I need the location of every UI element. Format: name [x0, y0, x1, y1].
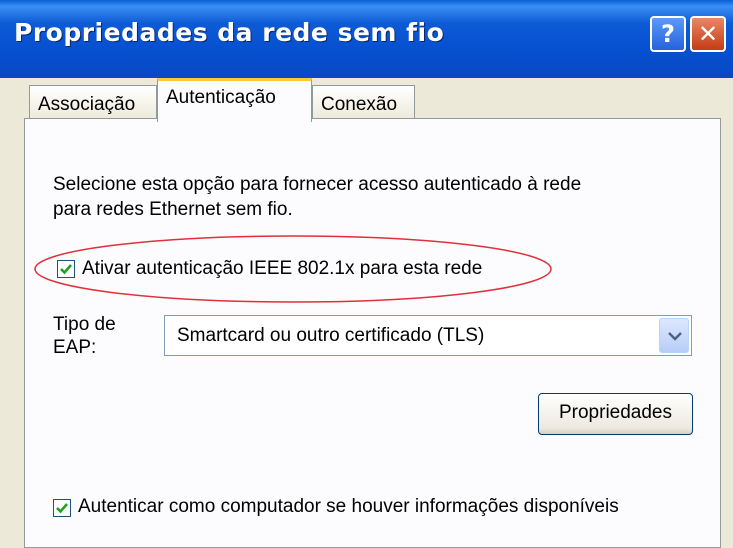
- title-bar: Propriedades da rede sem fio ? ✕: [0, 0, 733, 78]
- eap-type-label: Tipo de: [53, 314, 116, 335]
- close-icon: ✕: [697, 20, 719, 48]
- eap-type-dropdown-button[interactable]: [659, 318, 689, 353]
- tab-label: Associação: [38, 94, 136, 115]
- auth-computer-label[interactable]: Autenticar como computador se houver inf…: [78, 496, 619, 518]
- tab-associacao[interactable]: Associação: [29, 85, 157, 121]
- help-button[interactable]: ?: [650, 16, 686, 52]
- help-icon: ?: [661, 20, 675, 48]
- tab-autenticacao[interactable]: Autenticação: [157, 78, 312, 122]
- enable-8021x-label[interactable]: Ativar autenticação IEEE 802.1x para est…: [82, 258, 482, 280]
- auth-computer-checkbox[interactable]: [53, 499, 71, 517]
- tab-label: Conexão: [321, 94, 398, 115]
- chevron-down-icon: [668, 332, 682, 341]
- enable-8021x-checkbox[interactable]: [57, 260, 75, 278]
- close-button[interactable]: ✕: [690, 16, 726, 52]
- checkmark-icon: [56, 503, 68, 514]
- properties-button[interactable]: Propriedades: [538, 393, 693, 435]
- tab-conexao[interactable]: Conexão: [312, 85, 415, 121]
- tab-label: Autenticação: [166, 87, 276, 108]
- eap-type-label: EAP:: [53, 337, 97, 358]
- description-text: para redes Ethernet sem fio.: [53, 199, 293, 220]
- eap-type-select[interactable]: Smartcard ou outro certificado (TLS): [164, 315, 692, 356]
- description-text: Selecione esta opção para fornecer acess…: [53, 174, 582, 195]
- eap-type-value: Smartcard ou outro certificado (TLS): [177, 325, 485, 346]
- window-title: Propriedades da rede sem fio: [14, 18, 445, 47]
- checkmark-icon: [60, 264, 72, 275]
